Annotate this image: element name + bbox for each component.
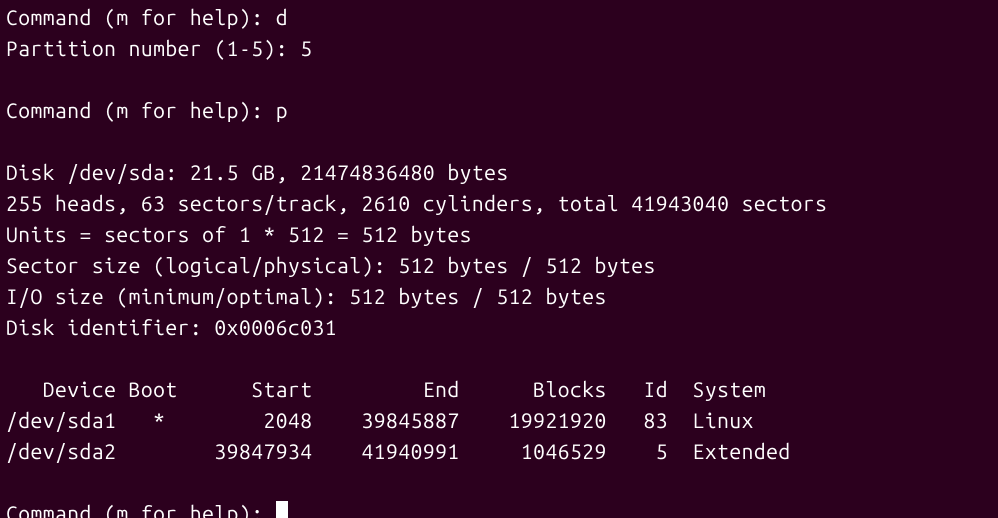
geometry-info: 255 heads, 63 sectors/track, 2610 cylind…: [6, 191, 827, 215]
partition-row: /dev/sda2 39847934 41940991 1046529 5 Ex…: [6, 439, 791, 463]
cursor-icon[interactable]: [276, 501, 288, 518]
partition-row: /dev/sda1 * 2048 39845887 19921920 83 Li…: [6, 408, 754, 432]
disk-identifier: Disk identifier: 0x0006c031: [6, 315, 337, 339]
user-input: p: [276, 98, 288, 122]
command-prompt: Command (m for help):: [6, 5, 276, 29]
terminal-output[interactable]: Command (m for help): d Partition number…: [0, 0, 998, 518]
command-prompt: Command (m for help):: [6, 98, 276, 122]
units-info: Units = sectors of 1 * 512 = 512 bytes: [6, 222, 472, 246]
disk-info: Disk /dev/sda: 21.5 GB, 21474836480 byte…: [6, 160, 509, 184]
sector-size-info: Sector size (logical/physical): 512 byte…: [6, 253, 656, 277]
user-input: 5: [300, 36, 312, 60]
io-size-info: I/O size (minimum/optimal): 512 bytes / …: [6, 284, 607, 308]
user-input: d: [276, 5, 288, 29]
partition-prompt: Partition number (1-5):: [6, 36, 300, 60]
command-prompt: Command (m for help):: [6, 501, 276, 518]
partition-table-header: Device Boot Start End Blocks Id System: [6, 377, 766, 401]
